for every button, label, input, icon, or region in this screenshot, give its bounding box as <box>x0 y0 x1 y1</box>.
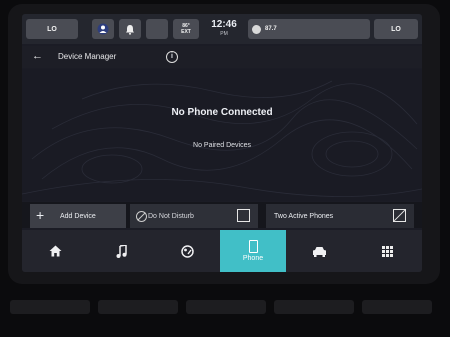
music-icon <box>116 244 127 258</box>
clock: 12:46 <box>211 19 237 30</box>
right-climate-button[interactable]: LO <box>374 19 418 39</box>
driver-profile-button[interactable] <box>92 19 114 39</box>
do-not-disturb-toggle[interactable]: Do Not Disturb <box>130 204 258 228</box>
apps-companion-icon <box>180 244 194 258</box>
no-paired-devices-message: No Paired Devices <box>193 142 251 149</box>
temperature-sub: EXT <box>181 29 191 35</box>
two-active-phones-toggle[interactable]: Two Active Phones <box>266 204 414 228</box>
radio-now-playing[interactable]: 87.7 <box>248 19 370 39</box>
left-climate-button[interactable]: LO <box>26 19 78 39</box>
do-not-disturb-label: Do Not Disturb <box>148 212 194 220</box>
no-phone-message: No Phone Connected <box>171 107 273 118</box>
do-not-disturb-icon <box>136 211 147 222</box>
vent-left <box>10 300 90 314</box>
radio-station-label: 87.7 <box>265 26 277 32</box>
vent-center-right <box>274 300 354 314</box>
vehicle-icon <box>312 246 326 257</box>
nav-apps[interactable] <box>352 230 422 272</box>
phone-icon <box>248 240 258 253</box>
back-arrow-icon[interactable]: ← <box>32 50 43 62</box>
infotainment-screen: LO 86° EXT 12:46 PM 87.7 LO ← Device Man… <box>22 14 422 272</box>
nav-home[interactable] <box>22 230 88 272</box>
vent-center-left <box>98 300 178 314</box>
add-device-button[interactable]: + Add Device <box>30 204 126 228</box>
content-area: No Phone Connected No Paired Devices <box>22 69 422 201</box>
home-icon <box>49 245 61 257</box>
grid-icon <box>381 245 393 257</box>
nav-companion[interactable] <box>154 230 220 272</box>
plus-icon: + <box>36 207 45 223</box>
title-bar: ← Device Manager i <box>22 46 422 68</box>
nav-phone[interactable]: Phone <box>220 230 286 272</box>
clock-meridiem: PM <box>220 31 228 37</box>
two-active-phones-label: Two Active Phones <box>274 212 334 220</box>
nav-vehicle[interactable] <box>286 230 352 272</box>
vent-center <box>186 300 266 314</box>
right-climate-label: LO <box>391 25 401 33</box>
radio-station-icon <box>252 24 261 34</box>
action-bar: + Add Device Do Not Disturb Two Active P… <box>22 202 422 228</box>
topographic-background <box>22 80 422 197</box>
nav-music[interactable] <box>88 230 154 272</box>
add-device-label: Add Device <box>60 212 96 220</box>
info-icon[interactable]: i <box>166 51 178 63</box>
bell-icon <box>126 24 134 35</box>
bottom-nav: Phone <box>22 230 422 272</box>
left-climate-label: LO <box>47 25 57 33</box>
status-blank-button[interactable] <box>146 19 168 39</box>
do-not-disturb-checkbox[interactable] <box>237 209 250 222</box>
vent-right <box>362 300 432 314</box>
two-active-phones-checkbox[interactable] <box>393 209 406 222</box>
nav-phone-label: Phone <box>242 255 264 262</box>
status-bar: LO 86° EXT 12:46 PM 87.7 LO <box>22 14 422 44</box>
dashboard-vents <box>10 300 440 330</box>
notifications-button[interactable] <box>119 19 141 39</box>
page-title: Device Manager <box>58 52 117 61</box>
outside-temperature: 86° EXT <box>173 19 199 39</box>
driver-profile-icon <box>97 23 109 35</box>
